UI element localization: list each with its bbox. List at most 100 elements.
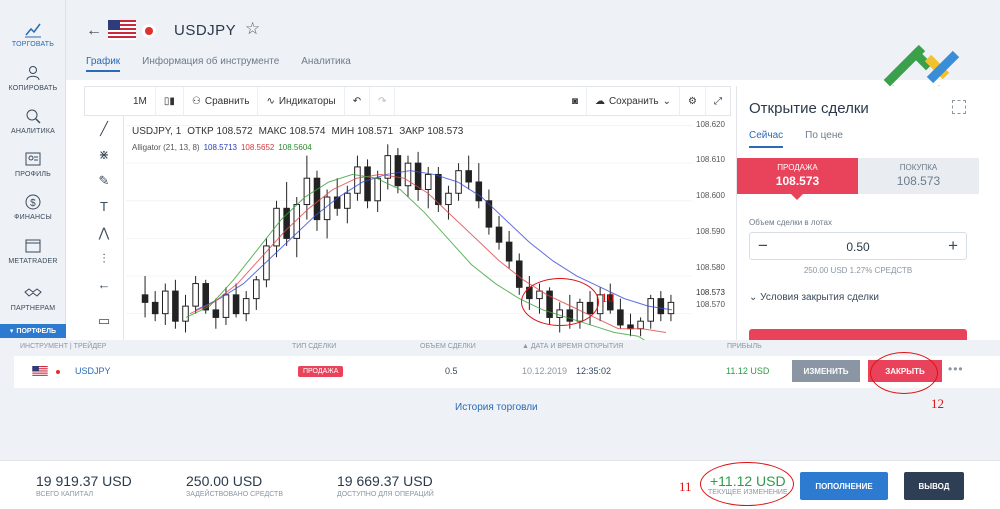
candle-body: [495, 226, 503, 243]
left-sidebar: ТОРГОВАТЬ КОПИРОВАТЬ АНАЛИТИКА ПРОФИЛЬ $…: [0, 0, 66, 340]
open-trade-button[interactable]: [749, 329, 967, 340]
candle-body: [162, 290, 169, 315]
us-flag-icon: [108, 20, 136, 40]
candle-body: [313, 177, 321, 221]
alligator-name: Alligator (21, 13, 8): [132, 143, 200, 152]
candle-body: [212, 309, 220, 318]
candle-body: [172, 290, 179, 322]
gear-icon: ⚙: [688, 95, 697, 107]
price-tick: 108.600: [696, 191, 725, 200]
expand-icon[interactable]: [952, 100, 966, 114]
candle-body: [253, 279, 260, 300]
candle-body: [182, 305, 189, 322]
screenshot-button[interactable]: ◙: [564, 87, 587, 115]
sell-label: ПРОДАЖА: [777, 163, 818, 172]
col-open-time[interactable]: ▲ ДАТА И ВРЕМЯ ОТКРЫТИЯ: [522, 343, 623, 350]
trendline-icon[interactable]: ╱: [95, 120, 113, 138]
settings-button[interactable]: ⚙: [680, 87, 706, 115]
indicators-button[interactable]: ∿ Индикаторы: [258, 87, 345, 115]
sidebar-item-finance[interactable]: $ ФИНАНСЫ: [0, 193, 66, 221]
tab-chart[interactable]: График: [86, 56, 121, 72]
redo-button[interactable]: ↷: [370, 87, 396, 115]
back-arrow-icon[interactable]: ←: [86, 22, 102, 40]
chevron-down-icon: ▾: [9, 328, 14, 335]
trade-history-link[interactable]: История торговли: [455, 402, 538, 413]
sidebar-item-copy[interactable]: КОПИРОВАТЬ: [0, 64, 66, 92]
sell-button[interactable]: ПРОДАЖА 108.573: [737, 158, 858, 194]
open-positions: ИНСТРУМЕНТ | ТРЕЙДЕР ТИП СДЕЛКИ ОБЪЕМ СД…: [0, 340, 1000, 460]
price-tick: 108.580: [696, 263, 725, 272]
volume-value[interactable]: 0.50: [750, 240, 966, 254]
price-chart[interactable]: USDJPY, 1 ОТКР 108.572 МАКС 108.574 МИН …: [126, 118, 734, 340]
position-symbol[interactable]: USDJPY: [75, 366, 111, 376]
save-button[interactable]: ☁ Сохранить ⌄: [587, 87, 681, 115]
used-value: 250.00 USD: [186, 473, 263, 489]
candle-body: [647, 298, 654, 322]
equity-label: ВСЕГО КАПИТАЛ: [36, 491, 94, 498]
volume-margin-info: 250.00 USD 1.27% СРЕДСТВ: [803, 266, 913, 275]
sidebar-item-analytics[interactable]: АНАЛИТИКА: [0, 107, 66, 135]
position-volume: 0.5: [445, 366, 458, 376]
equity-value: 19 919.37 USD: [36, 473, 132, 489]
dollar-icon: $: [25, 194, 41, 210]
sidebar-item-profile[interactable]: ПРОФИЛЬ: [0, 150, 66, 178]
portfolio-label: ПОРТФЕЛЬ: [16, 327, 57, 335]
arrow-left-icon[interactable]: ←: [95, 276, 113, 294]
candle-body: [475, 181, 483, 202]
withdraw-button[interactable]: ВЫВОД: [904, 472, 964, 500]
compare-button[interactable]: ⚇ Сравнить: [184, 87, 259, 115]
undo-button[interactable]: ↶: [345, 87, 371, 115]
sidebar-item-label: ФИНАНСЫ: [14, 214, 52, 221]
selected-notch: [791, 194, 803, 200]
fullscreen-button[interactable]: ⤢: [706, 87, 730, 115]
candle-type-button[interactable]: ▯▮: [156, 87, 184, 115]
candle-body: [151, 301, 159, 315]
ruler-icon[interactable]: ▭: [95, 312, 113, 330]
save-label: Сохранить: [608, 95, 659, 107]
tab-pending-price[interactable]: По цене: [805, 130, 843, 148]
indicators-label: Индикаторы: [278, 95, 336, 107]
tab-analytics[interactable]: Аналитика: [301, 56, 351, 72]
tab-instrument-info[interactable]: Информация об инструменте: [142, 56, 279, 72]
col-instrument: ИНСТРУМЕНТ | ТРЕЙДЕР: [20, 343, 107, 350]
price-tick: 108.620: [696, 120, 725, 129]
close-conditions-toggle[interactable]: ⌄ Условия закрытия сделки: [749, 292, 879, 303]
order-type-tabs: Сейчас По цене: [749, 130, 843, 148]
us-flag-icon: [32, 366, 48, 377]
profile-card-icon: [25, 152, 41, 166]
star-favorite-icon[interactable]: ☆: [245, 19, 260, 39]
tab-market-now[interactable]: Сейчас: [749, 130, 784, 148]
svg-text:$: $: [30, 198, 36, 209]
chart-toolbar: 1M ▯▮ ⚇ Сравнить ∿ Индикаторы ↶ ↷ ◙ ☁ Со…: [84, 86, 731, 116]
candle-body: [505, 241, 513, 262]
fib-tool-icon[interactable]: ⋇: [95, 146, 113, 164]
available-funds-stat: 19 669.37 USD ДОСТУПНО ДЛЯ ОПЕРАЦИЙ: [337, 473, 434, 498]
sidebar-item-label: METATRADER: [8, 258, 58, 265]
portfolio-toggle[interactable]: ▾ ПОРТФЕЛЬ: [0, 324, 66, 338]
sidebar-item-label: АНАЛИТИКА: [10, 128, 56, 135]
candle-body: [303, 177, 311, 206]
sidebar-item-partners[interactable]: ПАРТНЕРАМ: [0, 284, 66, 312]
sidebar-item-metatrader[interactable]: METATRADER: [0, 237, 66, 265]
timeframe-button[interactable]: 1M: [125, 87, 156, 115]
pattern-tool-icon[interactable]: ⋀: [95, 224, 113, 242]
trade-type-badge: ПРОДАЖА: [298, 366, 344, 377]
sidebar-item-label: ПАРТНЕРАМ: [10, 305, 56, 312]
deposit-button[interactable]: ПОПОЛНЕНИЕ: [800, 472, 888, 500]
more-options-icon[interactable]: •••: [948, 362, 964, 376]
buy-button[interactable]: ПОКУПКА 108.573: [858, 158, 979, 194]
volume-stepper[interactable]: − 0.50 +: [749, 232, 967, 260]
instrument-tabs: График Информация об инструменте Аналити…: [86, 56, 351, 72]
brush-icon[interactable]: ✎: [95, 172, 113, 190]
sidebar-item-trade[interactable]: ТОРГОВАТЬ: [0, 20, 66, 48]
text-tool-icon[interactable]: T: [95, 198, 113, 216]
modify-button[interactable]: ИЗМЕНИТЬ: [792, 360, 860, 382]
alligator-legend: Alligator (21, 13, 8) 108.5713 108.5652 …: [132, 143, 312, 152]
equity-stat: 19 919.37 USD ВСЕГО КАПИТАЛ: [36, 473, 132, 498]
position-profit: 11.12 USD: [726, 366, 770, 376]
annotation-ellipse: [870, 352, 938, 394]
forecast-tool-icon[interactable]: ⫶: [95, 250, 113, 268]
annotation-number: 11: [679, 479, 692, 494]
table-row[interactable]: USDJPY ПРОДАЖА 0.5 10.12.2019 12:35:02 1…: [14, 356, 1000, 388]
plus-icon[interactable]: +: [948, 236, 958, 256]
